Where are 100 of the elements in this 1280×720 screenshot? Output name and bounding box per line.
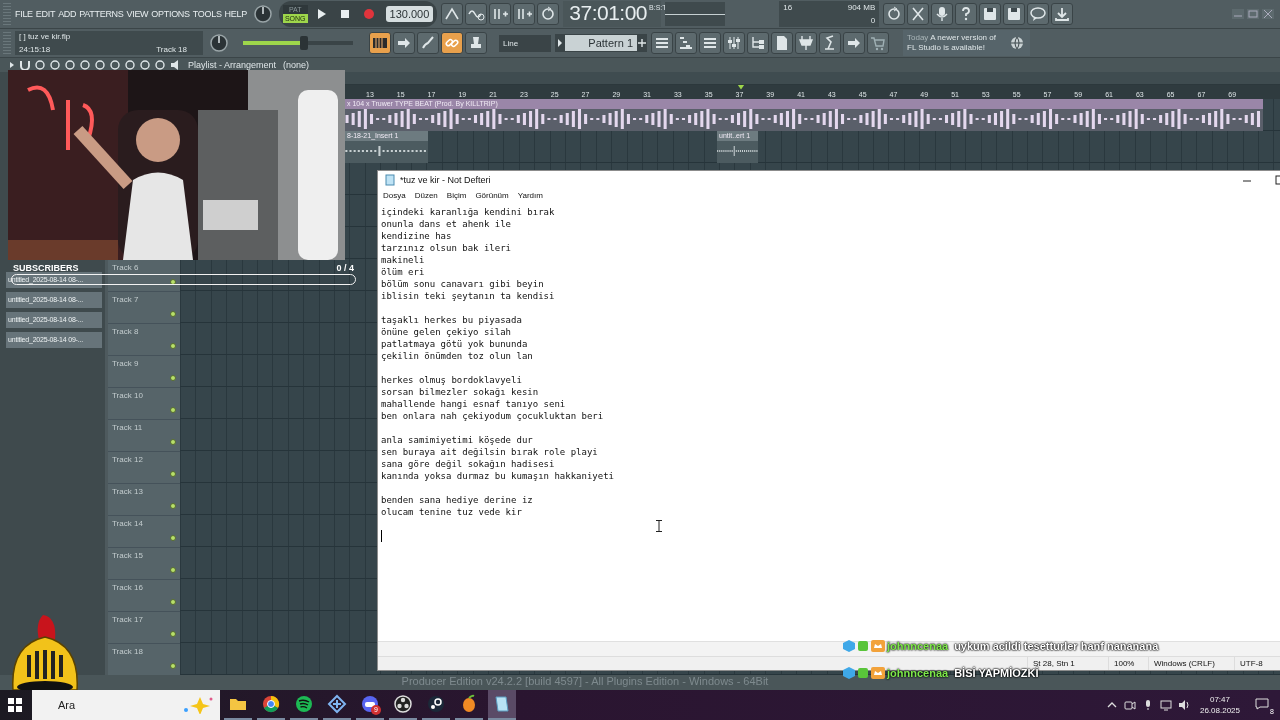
project-file-name: [ ] tuz ve kir.flp xyxy=(19,32,72,41)
track-name: Track 7 xyxy=(112,295,139,304)
text-line: ölüm eri xyxy=(381,266,426,278)
track-name: Track 18 xyxy=(112,647,143,656)
memory-value: 904 MB xyxy=(847,3,876,12)
track-name: Track 12 xyxy=(112,455,143,464)
text-line: makineli xyxy=(381,254,426,266)
network-icon[interactable] xyxy=(1159,699,1172,711)
status-field: 100% xyxy=(1108,657,1148,670)
speaker-icon[interactable] xyxy=(154,59,166,71)
knob-icon[interactable] xyxy=(252,4,273,24)
browser-icon xyxy=(261,694,281,714)
track-led-icon[interactable] xyxy=(170,535,176,541)
camera-icon[interactable] xyxy=(1123,699,1136,711)
text-line: onunla dans et ahenk ile xyxy=(381,218,513,230)
menu-item[interactable]: Düzen xyxy=(414,190,438,200)
text-line: benden sana hediye derine iz xyxy=(381,494,534,506)
text-line: çekilin önümden toz olun lan xyxy=(381,350,534,362)
track-name: Track 6 xyxy=(112,263,139,272)
music-icon xyxy=(294,694,314,714)
text-line: tarzınız olsun bak ileri xyxy=(381,242,513,254)
text-line: sen buraya ait değilsin bırak role playi xyxy=(381,446,599,458)
overview-scrollbar[interactable] xyxy=(345,72,1280,85)
song-time: 37:01:00 xyxy=(569,1,648,25)
search-field[interactable]: Ara xyxy=(32,690,220,720)
globe-icon[interactable] xyxy=(1008,34,1026,52)
text-line: herkes olmuş bordoklavyeli xyxy=(381,374,523,386)
track-led-icon[interactable] xyxy=(170,343,176,349)
text-line: önüne gelen çekiyo silah xyxy=(381,326,513,338)
text-line: olucam tenine tuz vede kir xyxy=(381,506,523,518)
game-controller-icon xyxy=(360,694,380,714)
menu-item[interactable]: Görünüm xyxy=(475,190,509,200)
track-name: Track 17 xyxy=(112,615,143,624)
track-name: Track 9 xyxy=(112,359,139,368)
track-led-icon[interactable] xyxy=(170,471,176,477)
pattern-selector[interactable]: Pattern 1 xyxy=(565,35,637,51)
menu-item[interactable]: FILE xyxy=(15,9,33,19)
menu-item[interactable]: OPTIONS xyxy=(151,9,190,19)
message-icon xyxy=(1255,697,1269,710)
track-led-icon[interactable] xyxy=(170,567,176,573)
track-led-icon[interactable] xyxy=(170,503,176,509)
track-name: Track 11 xyxy=(112,423,143,432)
cpu-value: 16 xyxy=(783,3,793,12)
track-led-icon[interactable] xyxy=(170,407,176,413)
text-line: içindeki karanlığa kendini bırak xyxy=(381,206,556,218)
text-line: sorsan bilmezler sokağı kesin xyxy=(381,386,540,398)
menu-item[interactable]: VIEW xyxy=(126,9,149,19)
track-name: Track 14 xyxy=(112,519,143,528)
window-title: *tuz ve kir - Not Defteri xyxy=(400,174,491,185)
track-led-icon[interactable] xyxy=(170,279,176,285)
slider-thumb[interactable] xyxy=(299,36,308,50)
volume-icon[interactable] xyxy=(1177,699,1190,711)
notepad-icon xyxy=(492,694,512,714)
menu-item[interactable]: ADD xyxy=(58,9,77,19)
track-led-icon[interactable] xyxy=(170,311,176,317)
status-field: Windows (CRLF) xyxy=(1148,657,1234,670)
track-led-icon[interactable] xyxy=(170,631,176,637)
text-caret xyxy=(381,530,382,542)
text-line: mahallende hangi esnaf tanıyo seni xyxy=(381,398,567,410)
arrow-right-icon[interactable] xyxy=(8,59,16,71)
record-icon xyxy=(393,694,413,714)
track-led-icon[interactable] xyxy=(170,439,176,445)
snap-dropdown[interactable]: Line xyxy=(499,34,551,52)
subscribers-label: SUBSCRIBERS xyxy=(13,263,79,273)
menu-item[interactable]: EDIT xyxy=(35,9,56,19)
chat-username: johnncenaa xyxy=(887,640,949,652)
knob-icon[interactable] xyxy=(209,33,229,53)
menu-item[interactable]: HELP xyxy=(224,9,247,19)
menu-item[interactable]: Biçim xyxy=(446,190,467,200)
text-line: sana göre değil sokağın hadisesi xyxy=(381,458,556,470)
text-line: taşaklı herkes bu piyasada xyxy=(381,314,523,326)
menu-item[interactable]: Yardım xyxy=(517,190,543,200)
steam-icon xyxy=(426,694,446,714)
notepad-icon xyxy=(384,173,396,186)
grid-icon xyxy=(327,694,347,714)
cube-icon xyxy=(843,640,855,652)
track-name: Track 10 xyxy=(112,391,143,400)
text-line: iblisin teki şeytanın ta kendisi xyxy=(381,290,556,302)
clock[interactable]: 07:47 26.08.2025 xyxy=(1199,694,1240,716)
track-name: Track 8 xyxy=(112,327,139,336)
track-name: Track 15 xyxy=(112,551,143,560)
tempo-field[interactable]: 130.000 xyxy=(385,6,434,22)
text-line: kendizine has xyxy=(381,230,453,242)
chat-message: uykum acildi tesetturler hanf nananana xyxy=(954,640,1159,652)
subscriber-count: 0 / 4 xyxy=(336,263,354,273)
track-led-icon[interactable] xyxy=(170,375,176,381)
track-led-icon[interactable] xyxy=(170,663,176,669)
clock-time: 07:47 xyxy=(1208,694,1231,705)
magnet-icon[interactable] xyxy=(19,59,31,71)
track-name: Track 16 xyxy=(112,583,143,592)
text-line: patlatmaya götü yok bununda xyxy=(381,338,529,350)
menu-item[interactable]: PATTERNS xyxy=(79,9,124,19)
master-volume-slider[interactable] xyxy=(243,36,353,50)
menu-item[interactable]: Dosya xyxy=(383,190,406,200)
menu-item[interactable]: TOOLS xyxy=(192,9,222,19)
playlist-title: Playlist - Arrangement xyxy=(188,60,277,70)
track-led-icon[interactable] xyxy=(170,599,176,605)
track-name: Track 13 xyxy=(112,487,143,496)
clip-source-label[interactable]: (none) xyxy=(283,60,310,70)
cube-icon xyxy=(843,667,855,679)
